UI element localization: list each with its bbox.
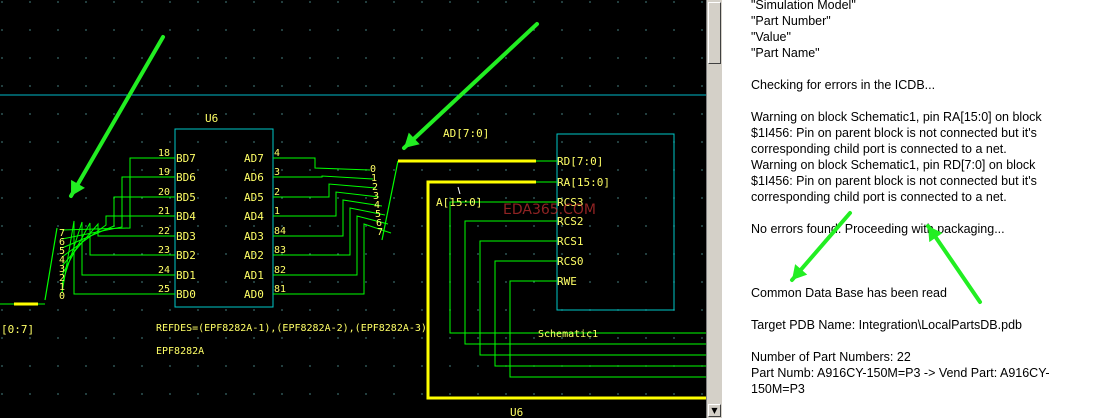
log-annotation-arrows xyxy=(790,211,982,304)
block-name-text: Schematic1 xyxy=(538,329,598,340)
u6-pin-num-84: 84 xyxy=(274,226,286,237)
u6-pin-num-1: 1 xyxy=(274,206,280,217)
u6-pin-bd6: BD6 xyxy=(176,171,196,184)
bus-label-a: A[15:0] xyxy=(436,196,482,209)
u6-pin-ad4: AD4 xyxy=(244,210,264,223)
bus-label-ad: AD[7:0] xyxy=(443,127,489,140)
part-name-text: EPF8282A xyxy=(156,346,204,357)
scrollbar-thumb[interactable] xyxy=(708,2,721,64)
vertical-scrollbar[interactable]: ▼ xyxy=(706,0,723,418)
right-bus-bit-7: 7 xyxy=(377,227,383,238)
u6-pin-num-22: 22 xyxy=(158,226,170,237)
u6-refdes-bottom: U6 xyxy=(510,406,523,418)
u6-pin-ad2: AD2 xyxy=(244,249,264,262)
u6-pin-bd3: BD3 xyxy=(176,230,196,243)
block-pin-rcs1: RCS1 xyxy=(557,235,584,248)
u6-pin-bd0: BD0 xyxy=(176,288,196,301)
u6-pin-ad6: AD6 xyxy=(244,171,264,184)
u6-pin-num-81: 81 xyxy=(274,284,286,295)
u6-pin-bd1: BD1 xyxy=(176,269,196,282)
u6-pin-num-4: 4 xyxy=(274,148,280,159)
u6-pin-num-23: 23 xyxy=(158,245,170,256)
schematic-drawing[interactable]: BD718BD619BD520BD421BD322BD223BD124BD025… xyxy=(0,0,706,418)
u6-pin-num-24: 24 xyxy=(158,265,170,276)
u6-pin-num-2: 2 xyxy=(274,187,280,198)
u6-pin-num-21: 21 xyxy=(158,206,170,217)
block-pin-rd70: RD[7:0] xyxy=(557,155,603,168)
refdes-property-text: REFDES=(EPF8282A-1),(EPF8282A-2),(EPF828… xyxy=(156,323,427,334)
u6-pin-bd5: BD5 xyxy=(176,191,196,204)
u6-pin-num-83: 83 xyxy=(274,245,286,256)
u6-pin-num-25: 25 xyxy=(158,284,170,295)
u6-pin-ad7: AD7 xyxy=(244,152,264,165)
u6-pin-bd7: BD7 xyxy=(176,152,196,165)
u6-pin-ad1: AD1 xyxy=(244,269,264,282)
u6-pin-num-3: 3 xyxy=(274,167,280,178)
u6-pin-num-20: 20 xyxy=(158,187,170,198)
u6-pin-ad3: AD3 xyxy=(244,230,264,243)
u6-pin-num-82: 82 xyxy=(274,265,286,276)
u6-pin-bd4: BD4 xyxy=(176,210,196,223)
scroll-down-arrow-icon[interactable]: ▼ xyxy=(708,404,721,417)
left-bus-label: [0:7] xyxy=(1,323,34,336)
schematic-canvas[interactable]: BD7 18 BD6 19 BD5 20 BD4 21 BD3 22 BD2 23 BD1 24 BD0 25… xyxy=(0,0,706,418)
u6-pin-ad0: AD0 xyxy=(244,288,264,301)
block-pin-rcs0: RCS0 xyxy=(557,255,584,268)
u6-pin-bd2: BD2 xyxy=(176,249,196,262)
u6-pin-num-18: 18 xyxy=(158,148,170,159)
u6-pin-num-19: 19 xyxy=(158,167,170,178)
log-gutter xyxy=(722,0,745,418)
left-bus-bit-0: 0 xyxy=(59,291,65,302)
u6-refdes-top: U6 xyxy=(205,112,218,125)
u6-pin-ad5: AD5 xyxy=(244,191,264,204)
block-pin-ra150: RA[15:0] xyxy=(557,176,610,189)
block-pin-rwe: RWE xyxy=(557,275,577,288)
watermark-text: EDA365.COM xyxy=(503,202,596,218)
